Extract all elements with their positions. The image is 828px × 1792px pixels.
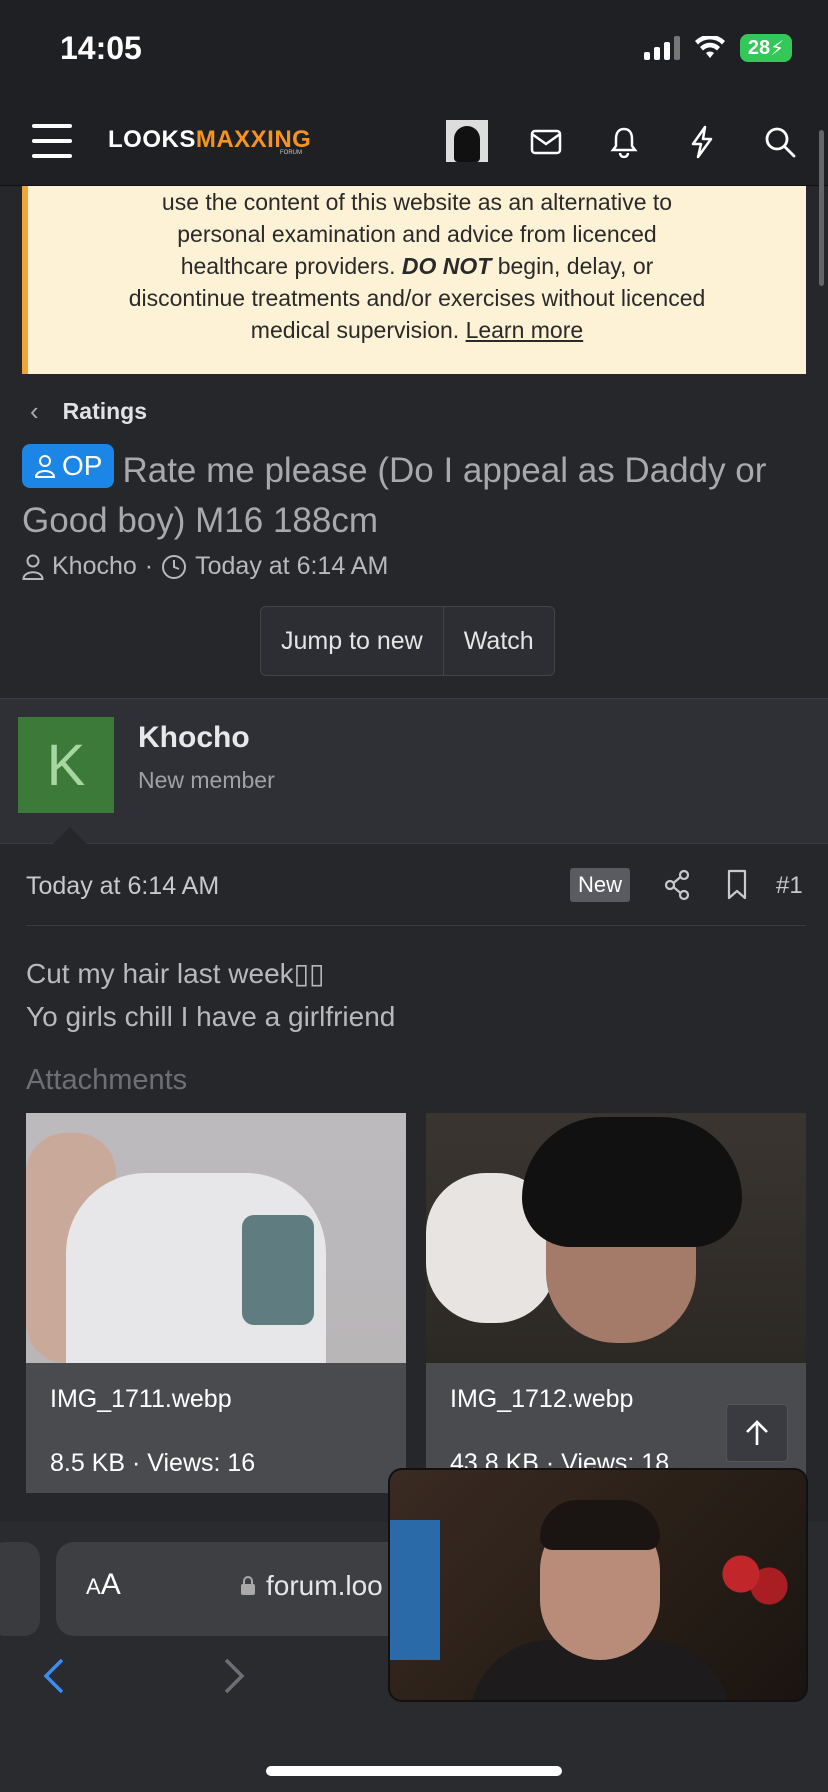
post-body: Cut my hair last week▯▯ Yo girls chill I… xyxy=(26,952,395,1038)
user-role: New member xyxy=(138,767,275,793)
thread-title-text: Rate me please (Do I appeal as Daddy or … xyxy=(22,451,767,540)
picture-in-picture-video[interactable] xyxy=(388,1468,808,1702)
wifi-icon xyxy=(695,36,725,58)
post-username[interactable]: Khocho xyxy=(138,721,250,755)
thread-actions: Jump to new Watch xyxy=(260,606,555,676)
post-date[interactable]: Today at 6:14 AM xyxy=(26,872,219,901)
scroll-to-top-button[interactable] xyxy=(726,1404,788,1462)
attachment-name[interactable]: IMG_1711.webp xyxy=(50,1385,232,1414)
arrow-up-icon xyxy=(746,1420,768,1445)
user-avatar[interactable] xyxy=(446,120,488,162)
thread-meta: Khocho · Today at 6:14 AM xyxy=(22,552,388,581)
search-icon[interactable] xyxy=(760,122,800,162)
forward-button[interactable] xyxy=(222,1656,248,1707)
learn-more-link[interactable]: Learn more xyxy=(466,317,584,343)
attachment-thumbnail[interactable] xyxy=(26,1113,406,1373)
user-icon xyxy=(34,455,56,478)
breadcrumb[interactable]: ‹ Ratings xyxy=(30,396,147,427)
attachment-name[interactable]: IMG_1712.webp xyxy=(450,1385,633,1414)
op-badge: OP xyxy=(22,444,115,488)
chevron-left-icon xyxy=(43,1658,64,1694)
disclaimer-line: personal examination and advice from lic… xyxy=(177,221,657,247)
chevron-right-icon xyxy=(224,1658,245,1694)
menu-icon[interactable] xyxy=(32,124,72,158)
thread-title: OP Rate me please (Do I appeal as Daddy … xyxy=(22,444,812,546)
clock-icon xyxy=(162,554,187,579)
post-number[interactable]: #1 xyxy=(776,872,803,900)
attachments-heading: Attachments xyxy=(26,1064,188,1096)
thread-date[interactable]: Today at 6:14 AM xyxy=(195,552,388,581)
user-icon xyxy=(22,554,44,580)
post-text-line: Yo girls chill I have a girlfriend xyxy=(26,1001,396,1032)
watch-button[interactable]: Watch xyxy=(442,607,554,675)
status-icons: 28 ⚡ xyxy=(644,34,792,62)
avatar-pointer xyxy=(52,827,88,845)
cellular-signal-icon xyxy=(644,36,680,60)
disclaimer-line: healthcare providers. DO NOT begin, dela… xyxy=(180,253,654,279)
battery-level: 28 xyxy=(747,36,771,59)
app-header: LOOKSMAXXING FORUM xyxy=(0,100,828,186)
attachment-thumbnail[interactable] xyxy=(426,1113,806,1363)
lock-icon xyxy=(241,1576,255,1595)
disclaimer-line: use the content of this website as an al… xyxy=(161,189,673,215)
inbox-icon[interactable] xyxy=(526,122,566,162)
post-user-block: K Khocho New member xyxy=(0,698,828,845)
chevron-left-icon: ‹ xyxy=(30,396,39,426)
share-icon[interactable] xyxy=(662,868,692,902)
avatar[interactable]: K xyxy=(18,717,114,813)
attachment-card[interactable]: IMG_1711.webp 8.5 KB · Views: 16 xyxy=(26,1113,406,1493)
url-text: forum.loo xyxy=(266,1570,383,1601)
disclaimer-line: medical supervision. Learn more xyxy=(250,317,584,343)
previous-tab[interactable] xyxy=(0,1542,40,1636)
jump-to-new-button[interactable]: Jump to new xyxy=(261,607,443,675)
new-badge: New xyxy=(570,868,631,902)
home-indicator[interactable] xyxy=(266,1766,562,1776)
scrollbar[interactable] xyxy=(819,130,824,286)
status-bar: 14:05 28 ⚡ xyxy=(0,0,828,100)
disclaimer-line: discontinue treatments and/or exercises … xyxy=(128,285,706,311)
reader-settings-button[interactable]: AA xyxy=(86,1568,121,1602)
battery-icon: 28 ⚡ xyxy=(740,34,792,62)
post-text-line: Cut my hair last week▯▯ xyxy=(26,958,325,989)
status-time: 14:05 xyxy=(60,30,142,66)
lightning-icon[interactable] xyxy=(682,122,722,162)
thread-author[interactable]: Khocho xyxy=(52,552,137,581)
breadcrumb-label: Ratings xyxy=(62,398,148,424)
back-button[interactable] xyxy=(40,1656,66,1707)
bell-icon[interactable] xyxy=(604,122,644,162)
attachment-info: 8.5 KB · Views: 16 xyxy=(50,1449,256,1477)
url-display[interactable]: forum.loo xyxy=(240,1570,383,1602)
attachment-caption: IMG_1711.webp 8.5 KB · Views: 16 xyxy=(26,1363,406,1493)
meta-separator: · xyxy=(144,552,154,580)
bookmark-icon[interactable] xyxy=(722,868,752,902)
logo-subtitle: FORUM xyxy=(280,150,302,156)
medical-disclaimer: use the content of this website as an al… xyxy=(22,186,806,374)
post-header: Today at 6:14 AM New #1 xyxy=(26,868,806,926)
